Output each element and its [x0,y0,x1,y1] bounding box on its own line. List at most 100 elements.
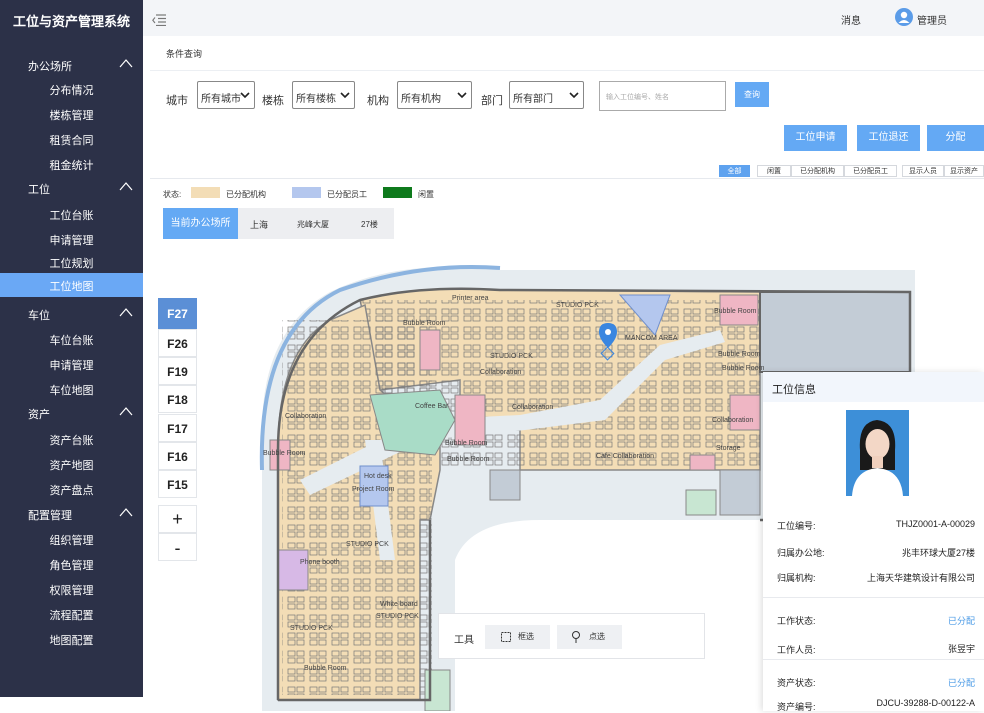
city-label: 城市 [166,95,188,107]
floor-f15[interactable]: F15 [158,470,197,498]
sidebar-group-label: 配置管理 [28,510,72,522]
divider [763,659,984,660]
sidebar-item-asset-map[interactable]: 资产地图 [0,452,143,476]
location-building[interactable]: 兆峰大厦 [297,219,329,230]
collapse-menu-icon[interactable] [152,14,166,26]
info-value: THJZ0001-A-00029 [895,519,975,529]
floor-f19[interactable]: F19 [158,357,197,385]
sidebar-group-parking[interactable]: 车位 [0,302,143,326]
sidebar-group-office[interactable]: 办公场所 [0,53,143,77]
pin-icon [572,631,580,643]
box-select-button[interactable]: 框选 [485,625,550,649]
floor-f26[interactable]: F26 [158,329,197,357]
sidebar-item-lease[interactable]: 租赁合同 [0,127,143,151]
divider [150,70,984,71]
search-button[interactable]: 查询 [735,82,769,107]
map-label-collab: Collaboration [285,413,326,420]
tab-assigned-staff[interactable]: 已分配员工 [844,165,897,177]
legend-label: 状态: [163,190,182,199]
sidebar-item-map-config[interactable]: 地图配置 [0,627,143,651]
legend-swatch-idle [383,187,412,198]
info-key: 归属办公地: [777,548,825,558]
sidebar-group-config[interactable]: 配置管理 [0,502,143,526]
panel-header: 工位信息 [763,372,984,402]
map-label-studio: STUDIO PCK [490,353,533,360]
avatar[interactable] [895,8,913,26]
map-label-project: Project Room [352,486,395,493]
floor-f16[interactable]: F16 [158,442,197,470]
user-name[interactable]: 管理员 [917,12,947,27]
sidebar-item-park-apply[interactable]: 申请管理 [0,352,143,376]
tab-idle[interactable]: 闲置 [757,165,791,177]
sidebar-item-asset-inventory[interactable]: 资产盘点 [0,477,143,501]
info-key: 资产状态: [777,678,816,688]
map-room-phone [277,549,309,591]
map-label-collab: Collaboration [512,404,553,411]
point-select-button[interactable]: 点选 [557,625,622,649]
sidebar-item-buildings[interactable]: 楼栋管理 [0,102,143,126]
map-label-collab: Collaboration [480,369,521,376]
map-label-bubble: Bubble Room [714,308,757,315]
work-status-value: 已分配 [947,616,975,626]
sidebar-group-label: 工位 [28,184,50,196]
info-key: 归属机构: [777,573,816,583]
apply-workstation-button[interactable]: 工位申请 [784,125,847,151]
divider [150,178,984,179]
sidebar-group-assets[interactable]: 资产 [0,401,143,425]
sidebar-item-ws-plan[interactable]: 工位规划 [0,250,143,274]
map-label-bubble: Bubble Room [718,351,761,358]
city-select[interactable]: 所有城市 [197,81,255,109]
sidebar-item-permissions[interactable]: 权限管理 [0,577,143,601]
chevron-up-icon [119,407,133,416]
tab-assigned-org[interactable]: 已分配机构 [791,165,844,177]
box-select-icon [501,632,511,642]
sidebar-item-ws-map[interactable]: 工位地图 [0,273,143,297]
location-floor[interactable]: 27楼 [361,219,378,230]
map-desks-west [282,320,432,695]
zoom-in-button[interactable]: + [158,505,197,533]
location-city[interactable]: 上海 [250,218,268,231]
map-room-bubble [419,329,441,371]
asset-status-value: 已分配 [947,678,975,688]
tab-show-assets[interactable]: 显示资产 [944,165,984,177]
map-label-bubble: Bubble Room [403,320,446,327]
map-storage [719,469,761,516]
floor-f18[interactable]: F18 [158,385,197,413]
sidebar-item-rent-stats[interactable]: 租金统计 [0,152,143,176]
sidebar-item-roles[interactable]: 角色管理 [0,552,143,576]
sidebar-item-ws-apply[interactable]: 申请管理 [0,227,143,251]
sidebar-item-distribution[interactable]: 分布情况 [0,77,143,101]
sidebar-group-workstation[interactable]: 工位 [0,176,143,200]
dept-select[interactable]: 所有部门 [509,81,584,109]
org-select[interactable]: 所有机构 [397,81,472,109]
tab-show-people[interactable]: 显示人员 [902,165,944,177]
messages-link[interactable]: 消息 [841,12,861,27]
assign-button[interactable]: 分配 [927,125,984,151]
map-label-coffee: Coffee Bar [415,403,449,410]
map-label-hotdesk: Hot desk [364,473,392,480]
divider [763,597,984,598]
legend-swatch-org [191,187,220,198]
sidebar-item-asset-ledger[interactable]: 资产台账 [0,427,143,451]
sidebar-item-park-map[interactable]: 车位地图 [0,377,143,401]
map-lobby [685,489,717,516]
zoom-out-button[interactable]: - [158,533,197,561]
map-label-bubble: Bubble Room [263,450,306,457]
sidebar-item-workflow[interactable]: 流程配置 [0,602,143,626]
building-select[interactable]: 所有楼栋 [292,81,355,109]
map-label-collab: Collaboration [712,417,753,424]
search-input[interactable]: 输入工位编号、姓名 [599,81,726,111]
location-bar: 当前办公场所 上海 兆峰大厦 27楼 [163,208,394,239]
chevron-down-icon [569,92,579,99]
top-bar: 消息 管理员 [143,0,984,36]
floor-f27[interactable]: F27 [158,298,197,329]
tab-all[interactable]: 全部 [719,165,750,177]
map-room-bubble [454,394,486,446]
floor-f17[interactable]: F17 [158,414,197,442]
sidebar-item-park-ledger[interactable]: 车位台账 [0,327,143,351]
sidebar-item-ws-ledger[interactable]: 工位台账 [0,202,143,226]
return-workstation-button[interactable]: 工位退还 [857,125,920,151]
info-key: 资产编号: [777,702,816,712]
org-label: 机构 [367,95,389,107]
sidebar-item-org[interactable]: 组织管理 [0,527,143,551]
